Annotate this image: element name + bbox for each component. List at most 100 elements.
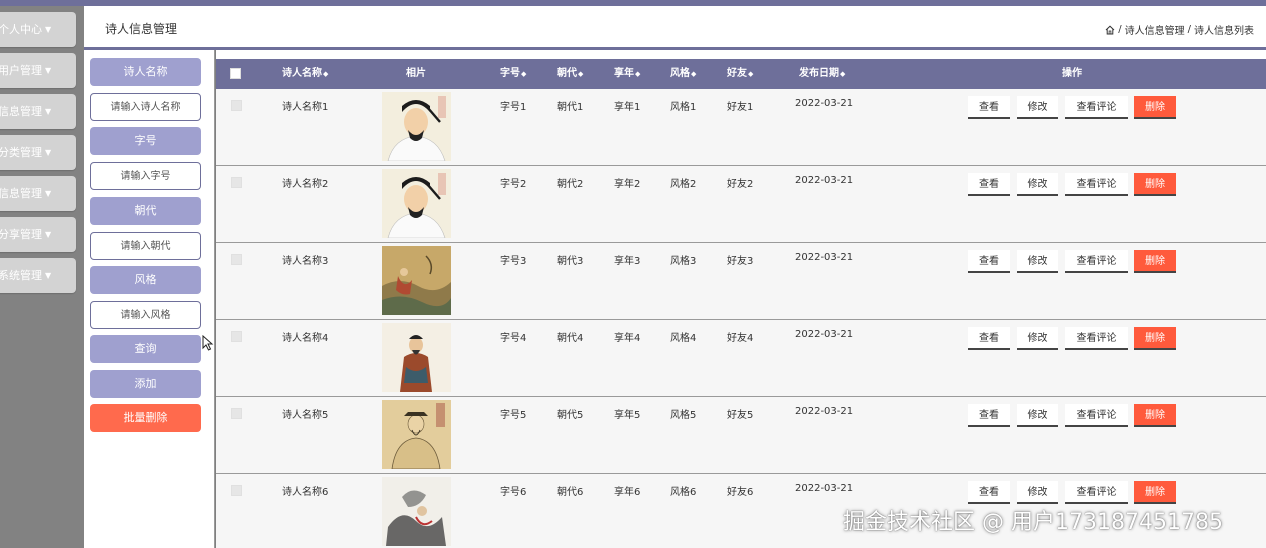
- breadcrumb-separator: /: [1118, 24, 1122, 35]
- cell-name: 诗人名称3: [282, 256, 329, 267]
- column-header-date[interactable]: 发布日期◆: [799, 59, 845, 89]
- poet-landscape-image: [382, 246, 451, 315]
- cell-date: 2022-03-21: [795, 252, 854, 263]
- edit-button[interactable]: 修改: [1017, 250, 1058, 273]
- caret-down-icon: ▼: [45, 230, 52, 239]
- row-checkbox[interactable]: [231, 408, 242, 419]
- delete-button[interactable]: 删除: [1134, 173, 1176, 196]
- style-input[interactable]: [90, 301, 201, 329]
- view-comments-button[interactable]: 查看评论: [1065, 481, 1128, 504]
- poet-name-input[interactable]: [90, 93, 201, 121]
- query-button[interactable]: 查询: [90, 335, 201, 363]
- row-checkbox[interactable]: [231, 485, 242, 496]
- view-button[interactable]: 查看: [968, 327, 1010, 350]
- cell-zihao: 字号6: [500, 487, 527, 498]
- view-comments-button[interactable]: 查看评论: [1065, 327, 1128, 350]
- cell-zihao: 字号2: [500, 179, 527, 190]
- poet-portrait-image: [382, 400, 451, 469]
- select-all-checkbox[interactable]: [230, 68, 241, 79]
- column-header-style[interactable]: 风格◆: [670, 59, 696, 89]
- view-comments-button[interactable]: 查看评论: [1065, 404, 1128, 427]
- column-header-name[interactable]: 诗人名称◆: [282, 59, 328, 89]
- cell-age: 享年2: [614, 179, 641, 190]
- delete-button[interactable]: 删除: [1134, 404, 1176, 427]
- breadcrumb-item[interactable]: 诗人信息管理: [1125, 22, 1185, 37]
- cell-style: 风格2: [670, 179, 697, 190]
- cell-dynasty: 朝代5: [557, 410, 584, 421]
- cell-name: 诗人名称6: [282, 487, 329, 498]
- breadcrumb-current: 诗人信息列表: [1194, 26, 1254, 37]
- cell-style: 风格6: [670, 487, 697, 498]
- add-button[interactable]: 添加: [90, 370, 201, 398]
- row-checkbox[interactable]: [231, 100, 242, 111]
- column-header-friend[interactable]: 好友◆: [727, 59, 753, 89]
- cell-name: 诗人名称5: [282, 410, 329, 421]
- caret-down-icon: ▼: [45, 66, 52, 75]
- cell-friend: 好友3: [727, 256, 754, 267]
- caret-down-icon: ▼: [45, 107, 52, 116]
- column-header-age[interactable]: 享年◆: [614, 59, 640, 89]
- view-button[interactable]: 查看: [968, 481, 1010, 504]
- row-checkbox[interactable]: [231, 177, 242, 188]
- view-button[interactable]: 查看: [968, 250, 1010, 273]
- cell-zihao: 字号3: [500, 256, 527, 267]
- edit-button[interactable]: 修改: [1017, 96, 1058, 119]
- sidebar-item-category-management[interactable]: 分类管理 ▼: [0, 135, 76, 170]
- cell-style: 风格5: [670, 410, 697, 421]
- view-comments-button[interactable]: 查看评论: [1065, 250, 1128, 273]
- watermark: 掘金技术社区 @ 用户173187451785: [843, 510, 1223, 535]
- batch-delete-button[interactable]: 批量删除: [90, 404, 201, 432]
- column-header-zihao[interactable]: 字号◆: [500, 59, 526, 89]
- sidebar-item-poet-share-management[interactable]: 诗人分享管理▼: [0, 217, 76, 252]
- row-checkbox[interactable]: [231, 254, 242, 265]
- sort-icon: ◆: [521, 70, 527, 78]
- cell-friend: 好友2: [727, 179, 754, 190]
- row-checkbox[interactable]: [231, 331, 242, 342]
- dynasty-label: 朝代: [90, 197, 201, 225]
- sidebar-item-label: 系统管理: [0, 269, 42, 282]
- sort-icon: ◆: [840, 70, 846, 78]
- sidebar-item-label: 个人中心: [0, 23, 42, 36]
- view-comments-button[interactable]: 查看评论: [1065, 96, 1128, 119]
- breadcrumb: / 诗人信息管理 / 诗人信息列表: [1105, 22, 1254, 37]
- edit-button[interactable]: 修改: [1017, 173, 1058, 196]
- zihao-label: 字号: [90, 127, 201, 155]
- poet-portrait-image: [382, 323, 451, 392]
- view-comments-button[interactable]: 查看评论: [1065, 173, 1128, 196]
- delete-button[interactable]: 删除: [1134, 96, 1176, 119]
- sidebar: 个人中心▼ 用户管理▼ 诗词信息管理▼ 分类管理▼ 诗人信息管理▼ 诗人分享管理…: [0, 6, 84, 548]
- cell-date: 2022-03-21: [795, 98, 854, 109]
- delete-button[interactable]: 删除: [1134, 327, 1176, 350]
- view-button[interactable]: 查看: [968, 173, 1010, 196]
- poet-portrait-image: [382, 92, 451, 161]
- cell-date: 2022-03-21: [795, 406, 854, 417]
- edit-button[interactable]: 修改: [1017, 404, 1058, 427]
- view-button[interactable]: 查看: [968, 404, 1010, 427]
- poet-photo: [382, 169, 451, 238]
- view-button[interactable]: 查看: [968, 96, 1010, 119]
- edit-button[interactable]: 修改: [1017, 481, 1058, 504]
- cell-dynasty: 朝代3: [557, 256, 584, 267]
- cell-dynasty: 朝代1: [557, 102, 584, 113]
- cell-name: 诗人名称1: [282, 102, 329, 113]
- cell-zihao: 字号4: [500, 333, 527, 344]
- delete-button[interactable]: 删除: [1134, 250, 1176, 273]
- sidebar-item-poet-management[interactable]: 诗人信息管理▼: [0, 176, 76, 211]
- cell-style: 风格1: [670, 102, 697, 113]
- delete-button[interactable]: 删除: [1134, 481, 1176, 504]
- style-label: 风格: [90, 266, 201, 294]
- cell-friend: 好友4: [727, 333, 754, 344]
- home-icon[interactable]: [1105, 25, 1115, 35]
- cell-date: 2022-03-21: [795, 329, 854, 340]
- cell-age: 享年3: [614, 256, 641, 267]
- sort-icon: ◆: [635, 70, 641, 78]
- zihao-input[interactable]: [90, 162, 201, 190]
- sidebar-item-poem-management[interactable]: 诗词信息管理▼: [0, 94, 76, 129]
- edit-button[interactable]: 修改: [1017, 327, 1058, 350]
- column-header-dynasty[interactable]: 朝代◆: [557, 59, 583, 89]
- sidebar-item-user-management[interactable]: 用户管理 ▼: [0, 53, 76, 88]
- table-row: 诗人名称1 字号1 朝代1 享年1 风格1 好友1 2022-03-21 查看 …: [216, 89, 1266, 166]
- sidebar-item-personal-center[interactable]: 个人中心 ▼: [0, 12, 76, 47]
- sidebar-item-system-management[interactable]: 系统管理 ▼: [0, 258, 76, 293]
- dynasty-input[interactable]: [90, 232, 201, 260]
